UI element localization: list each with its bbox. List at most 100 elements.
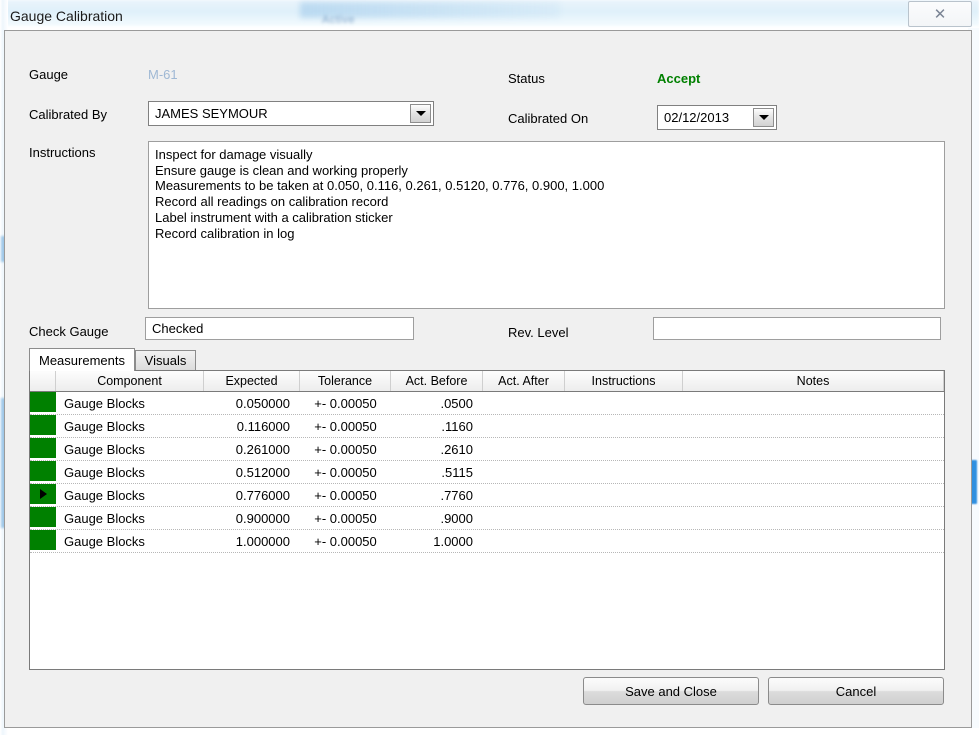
cell-tolerance[interactable]: +- 0.00050 <box>300 507 391 529</box>
instructions-line: Measurements to be taken at 0.050, 0.116… <box>155 178 605 194</box>
grid-header-component[interactable]: Component <box>56 371 204 391</box>
cell-component[interactable]: Gauge Blocks <box>56 461 204 483</box>
cell-expected[interactable]: 0.776000 <box>204 484 300 506</box>
row-selector-cell[interactable] <box>30 484 56 505</box>
cell-notes[interactable] <box>683 438 944 460</box>
calibrated-by-dropdown-button[interactable] <box>410 104 431 123</box>
row-selector-cell[interactable] <box>30 530 56 551</box>
cell-tolerance[interactable]: +- 0.00050 <box>300 392 391 414</box>
gauge-value: M-61 <box>148 67 178 82</box>
cell-instructions[interactable] <box>565 415 683 437</box>
instructions-line: Label instrument with a calibration stic… <box>155 209 393 225</box>
instructions-textarea[interactable]: Inspect for damage visually Ensure gauge… <box>148 141 945 309</box>
grid-header-act-after[interactable]: Act. After <box>483 371 565 391</box>
cell-tolerance[interactable]: +- 0.00050 <box>300 530 391 552</box>
cell-notes[interactable] <box>683 484 944 506</box>
rev-level-input[interactable] <box>653 317 941 340</box>
cell-component[interactable]: Gauge Blocks <box>56 484 204 506</box>
cell-component[interactable]: Gauge Blocks <box>56 392 204 414</box>
row-selector-cell[interactable] <box>30 392 56 413</box>
cell-act-after[interactable] <box>483 392 565 414</box>
grid-header-notes[interactable]: Notes <box>683 371 944 391</box>
cell-instructions[interactable] <box>565 392 683 414</box>
cell-act-after[interactable] <box>483 530 565 552</box>
calibrated-by-label: Calibrated By <box>29 107 108 122</box>
chevron-down-icon <box>415 111 426 116</box>
cell-expected[interactable]: 0.116000 <box>204 415 300 437</box>
close-button[interactable]: ✕ <box>908 1 972 27</box>
cell-expected[interactable]: 0.261000 <box>204 438 300 460</box>
cell-tolerance[interactable]: +- 0.00050 <box>300 484 391 506</box>
tab-visuals[interactable]: Visuals <box>135 350 196 370</box>
grid-header-expected[interactable]: Expected <box>204 371 300 391</box>
cell-component[interactable]: Gauge Blocks <box>56 415 204 437</box>
calibrated-on-datepicker[interactable]: 02/12/2013 <box>657 105 777 130</box>
cell-component[interactable]: Gauge Blocks <box>56 530 204 552</box>
rev-level-label: Rev. Level <box>508 325 569 340</box>
status-label: Status <box>508 71 545 86</box>
cell-act-before[interactable]: .0500 <box>391 392 483 414</box>
calibrated-on-value: 02/12/2013 <box>664 110 730 125</box>
cancel-button[interactable]: Cancel <box>768 677 944 705</box>
cell-notes[interactable] <box>683 461 944 483</box>
cancel-label: Cancel <box>835 683 877 699</box>
close-icon: ✕ <box>933 4 947 23</box>
grid-header-instructions[interactable]: Instructions <box>565 371 683 391</box>
cell-expected[interactable]: 0.050000 <box>204 392 300 414</box>
table-row[interactable]: Gauge Blocks 0.776000 +- 0.00050.7760 <box>30 484 944 507</box>
cell-act-before[interactable]: .5115 <box>391 461 483 483</box>
save-and-close-button[interactable]: Save and Close <box>583 677 759 705</box>
grid-header-act-before[interactable]: Act. Before <box>391 371 483 391</box>
row-selector-cell[interactable] <box>30 507 56 528</box>
cell-instructions[interactable] <box>565 507 683 529</box>
row-selector-cell[interactable] <box>30 415 56 436</box>
tab-measurements[interactable]: Measurements <box>29 348 135 371</box>
tab-measurements-label: Measurements <box>39 352 125 368</box>
cell-instructions[interactable] <box>565 461 683 483</box>
table-row[interactable]: Gauge Blocks 1.000000 +- 0.00050 1.0000 <box>30 530 944 553</box>
cell-act-after[interactable] <box>483 461 565 483</box>
cell-component[interactable]: Gauge Blocks <box>56 507 204 529</box>
cell-instructions[interactable] <box>565 484 683 506</box>
cell-instructions[interactable] <box>565 438 683 460</box>
cell-act-after[interactable] <box>483 484 565 506</box>
calibrated-on-dropdown-button[interactable] <box>753 108 774 127</box>
cell-notes[interactable] <box>683 530 944 552</box>
cell-instructions[interactable] <box>565 530 683 552</box>
cell-notes[interactable] <box>683 507 944 529</box>
cell-notes[interactable] <box>683 415 944 437</box>
grid-body: Gauge Blocks 0.050000 +- 0.00050.0500 Gauge… <box>30 392 944 553</box>
cell-tolerance[interactable]: +- 0.00050 <box>300 415 391 437</box>
cell-notes[interactable] <box>683 392 944 414</box>
table-row[interactable]: Gauge Blocks 0.900000 +- 0.00050.9000 <box>30 507 944 530</box>
cell-expected[interactable]: 1.000000 <box>204 530 300 552</box>
cell-tolerance[interactable]: +- 0.00050 <box>300 438 391 460</box>
cell-tolerance[interactable]: +- 0.00050 <box>300 461 391 483</box>
row-selector-cell[interactable] <box>30 438 56 459</box>
row-selector-cell[interactable] <box>30 461 56 482</box>
cell-act-before[interactable]: 1.0000 <box>391 530 483 552</box>
cell-component[interactable]: Gauge Blocks <box>56 438 204 460</box>
table-row[interactable]: Gauge Blocks 0.116000 +- 0.00050.1160 <box>30 415 944 438</box>
cell-act-before[interactable]: .1160 <box>391 415 483 437</box>
gauge-label: Gauge <box>29 67 69 82</box>
table-row[interactable]: Gauge Blocks 0.512000 +- 0.00050.5115 <box>30 461 944 484</box>
cell-expected[interactable]: 0.900000 <box>204 507 300 529</box>
save-and-close-label: Save and Close <box>625 683 717 699</box>
cell-act-after[interactable] <box>483 507 565 529</box>
grid-header-tolerance[interactable]: Tolerance <box>300 371 391 391</box>
calibrated-by-combobox[interactable]: JAMES SEYMOUR <box>148 101 434 126</box>
chevron-down-icon <box>758 115 769 120</box>
cell-act-before[interactable]: .7760 <box>391 484 483 506</box>
check-gauge-label: Check Gauge <box>29 324 109 339</box>
check-gauge-input[interactable]: Checked <box>145 317 414 340</box>
cell-act-before[interactable]: .2610 <box>391 438 483 460</box>
grid-header-rowselector <box>30 371 56 391</box>
table-row[interactable]: Gauge Blocks 0.050000 +- 0.00050.0500 <box>30 392 944 415</box>
cell-expected[interactable]: 0.512000 <box>204 461 300 483</box>
cell-act-after[interactable] <box>483 438 565 460</box>
status-badge: Accept <box>657 71 701 86</box>
cell-act-before[interactable]: .9000 <box>391 507 483 529</box>
table-row[interactable]: Gauge Blocks 0.261000 +- 0.00050.2610 <box>30 438 944 461</box>
cell-act-after[interactable] <box>483 415 565 437</box>
